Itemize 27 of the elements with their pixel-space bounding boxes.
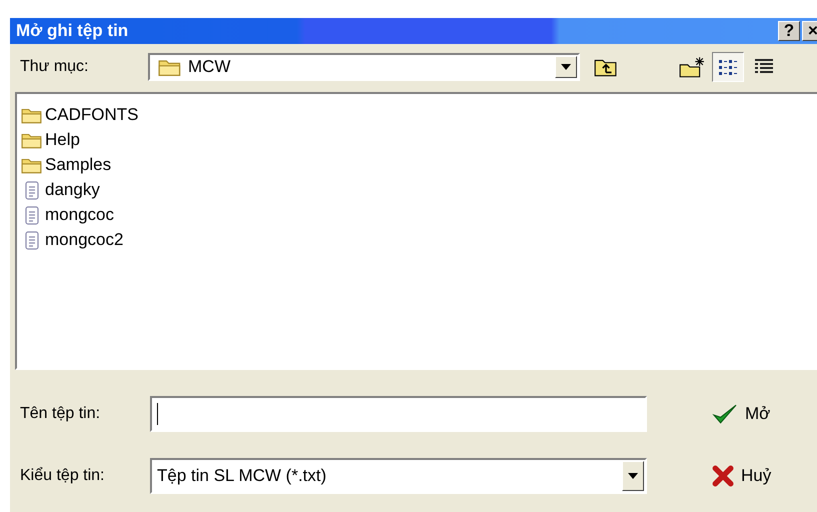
filetype-value: Tệp tin SL MCW (*.txt) bbox=[157, 466, 328, 486]
file-name[interactable]: CADFONTS bbox=[45, 104, 138, 124]
folder-dropdown[interactable]: MCW bbox=[148, 53, 580, 81]
filetype-label: Kiểu tệp tin: bbox=[20, 467, 106, 485]
close-button[interactable]: × bbox=[802, 21, 817, 41]
filename-field[interactable] bbox=[150, 396, 647, 432]
filename-label: Tên tệp tin: bbox=[20, 405, 102, 423]
text-cursor bbox=[157, 403, 158, 425]
file-name[interactable]: dangky bbox=[45, 180, 100, 200]
new-folder-icon bbox=[679, 56, 705, 78]
file-name[interactable]: Samples bbox=[45, 154, 112, 174]
folder-label: Thư mục: bbox=[20, 58, 90, 76]
file-name[interactable]: mongcoc2 bbox=[45, 230, 124, 250]
list-view-button[interactable] bbox=[712, 52, 744, 82]
folder-name: MCW bbox=[188, 57, 232, 77]
checkmark-icon bbox=[711, 403, 739, 425]
help-button[interactable]: ? bbox=[778, 21, 800, 41]
details-view-icon bbox=[754, 58, 774, 76]
cancel-button[interactable]: Huỷ bbox=[707, 463, 776, 489]
open-button[interactable]: Mở bbox=[707, 401, 774, 427]
window-title: Mở ghi tệp tin bbox=[16, 21, 128, 41]
file-name[interactable]: Help bbox=[45, 130, 80, 150]
file-name[interactable]: mongcoc bbox=[45, 204, 114, 224]
cross-icon bbox=[711, 465, 735, 487]
up-folder-icon bbox=[594, 57, 618, 77]
list-view-icon bbox=[718, 58, 738, 76]
filetype-dropdown[interactable]: Tệp tin SL MCW (*.txt) bbox=[150, 458, 647, 494]
